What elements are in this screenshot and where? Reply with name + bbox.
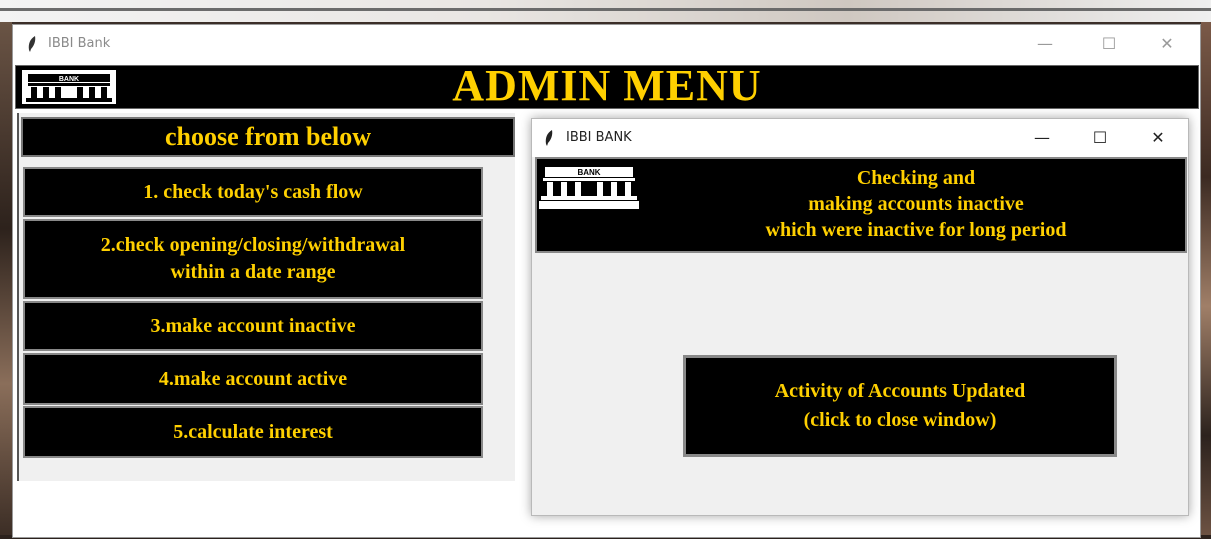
bank-logo-text: BANK bbox=[577, 168, 600, 177]
header-line: making accounts inactive bbox=[808, 193, 1024, 215]
header-line: which were inactive for long period bbox=[765, 219, 1067, 241]
page-title: ADMIN MENU bbox=[452, 61, 762, 110]
sub-close-button[interactable]: ✕ bbox=[1140, 125, 1176, 151]
activity-updated-button[interactable]: Activity of Accounts Updated (click to c… bbox=[683, 355, 1117, 457]
sub-window: IBBI BANK — ☐ ✕ BANK Checking and making… bbox=[531, 118, 1189, 516]
header-line: Checking and bbox=[856, 167, 976, 189]
choose-label: choose from below bbox=[21, 117, 515, 157]
menu-item-label: 3.make account inactive bbox=[150, 314, 356, 337]
empty-area bbox=[17, 481, 513, 537]
menu-item-label: 5.calculate interest bbox=[173, 420, 333, 443]
sub-maximize-button[interactable]: ☐ bbox=[1082, 125, 1118, 151]
make-active-button[interactable]: 4.make account active bbox=[23, 353, 483, 405]
bank-logo: BANK bbox=[539, 163, 639, 209]
cash-flow-button[interactable]: 1. check today's cash flow bbox=[23, 167, 483, 217]
desktop-background-left bbox=[0, 22, 12, 539]
activity-line: (click to close window) bbox=[803, 409, 997, 431]
close-button[interactable]: ✕ bbox=[1149, 31, 1185, 57]
sub-minimize-button[interactable]: — bbox=[1024, 125, 1060, 151]
menu-panel: choose from below 1. check today's cash … bbox=[17, 113, 515, 481]
menu-item-label: 2.check opening/closing/withdrawal bbox=[100, 234, 406, 256]
date-range-button[interactable]: 2.check opening/closing/withdrawal withi… bbox=[23, 219, 483, 299]
menu-item-label-line2: within a date range bbox=[170, 261, 336, 283]
make-inactive-button[interactable]: 3.make account inactive bbox=[23, 301, 483, 351]
desktop-background-right bbox=[1201, 22, 1211, 539]
desktop-background-top bbox=[0, 0, 1211, 22]
sub-window-title: IBBI BANK bbox=[566, 130, 632, 145]
sub-titlebar[interactable]: IBBI BANK — ☐ ✕ bbox=[532, 119, 1188, 157]
activity-line: Activity of Accounts Updated bbox=[774, 380, 1026, 402]
sub-header-text: Checking and making accounts inactive wh… bbox=[647, 165, 1185, 243]
menu-item-label: 4.make account active bbox=[158, 367, 348, 390]
calculate-interest-button[interactable]: 5.calculate interest bbox=[23, 406, 483, 458]
main-titlebar[interactable]: IBBI Bank — ☐ ✕ bbox=[13, 25, 1200, 63]
feather-icon bbox=[545, 130, 553, 146]
feather-icon bbox=[28, 36, 36, 52]
main-window-title: IBBI Bank bbox=[48, 36, 111, 51]
admin-header: BANK ADMIN MENU bbox=[15, 61, 1199, 110]
maximize-button[interactable]: ☐ bbox=[1091, 31, 1127, 57]
sub-header: BANK Checking and making accounts inacti… bbox=[535, 157, 1187, 253]
minimize-button[interactable]: — bbox=[1027, 31, 1063, 57]
menu-item-label: 1. check today's cash flow bbox=[143, 180, 363, 203]
